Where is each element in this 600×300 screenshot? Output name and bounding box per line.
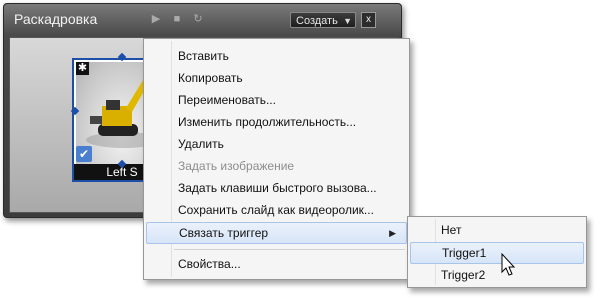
menu-item-paste[interactable]: Вставить: [146, 45, 407, 67]
play-icon[interactable]: ▶: [150, 13, 162, 25]
menu-item-set-shortcut[interactable]: Задать клавиши быстрого вызова...: [146, 177, 407, 199]
menu-item-link-trigger[interactable]: Связать триггер ▶: [146, 222, 407, 244]
panel-title: Раскадровка: [14, 11, 98, 27]
create-label: Создать: [296, 15, 338, 27]
stop-icon[interactable]: ■: [171, 13, 183, 25]
star-badge-icon: ✱: [76, 62, 89, 75]
menu-item-change-duration[interactable]: Изменить продолжительность...: [146, 111, 407, 133]
trigger-submenu: Нет Trigger1 Trigger2: [407, 216, 587, 288]
menu-item-set-image: Задать изображение: [178, 159, 295, 173]
submenu-item-none[interactable]: Нет: [410, 219, 584, 241]
context-menu: Вставить Копировать Переименовать... Изм…: [143, 38, 410, 280]
mouse-cursor-icon: [501, 253, 516, 276]
menu-item-delete[interactable]: Удалить: [146, 133, 407, 155]
menu-separator: [174, 249, 405, 250]
menu-item-properties[interactable]: Свойства...: [146, 253, 407, 275]
checkmark-icon[interactable]: ✔: [76, 146, 92, 162]
reload-icon[interactable]: ↻: [192, 13, 204, 25]
create-dropdown-button[interactable]: Создать ▼: [290, 12, 356, 28]
submenu-item-trigger1[interactable]: Trigger1: [410, 242, 584, 264]
menu-item-rename[interactable]: Переименовать...: [146, 89, 407, 111]
submenu-item-trigger2[interactable]: Trigger2: [410, 264, 584, 286]
menu-item-save-slide-as-video[interactable]: Сохранить слайд как видеоролик...: [146, 199, 407, 221]
submenu-arrow-icon: ▶: [389, 228, 396, 238]
menu-item-link-trigger-label: Связать триггер: [179, 226, 269, 240]
menu-item-copy[interactable]: Копировать: [146, 67, 407, 89]
close-button[interactable]: x: [361, 12, 376, 28]
chevron-down-icon: ▼: [343, 16, 352, 26]
panel-titlebar: Раскадровка ▶ ■ ↻ Создать ▼ x: [4, 4, 401, 34]
